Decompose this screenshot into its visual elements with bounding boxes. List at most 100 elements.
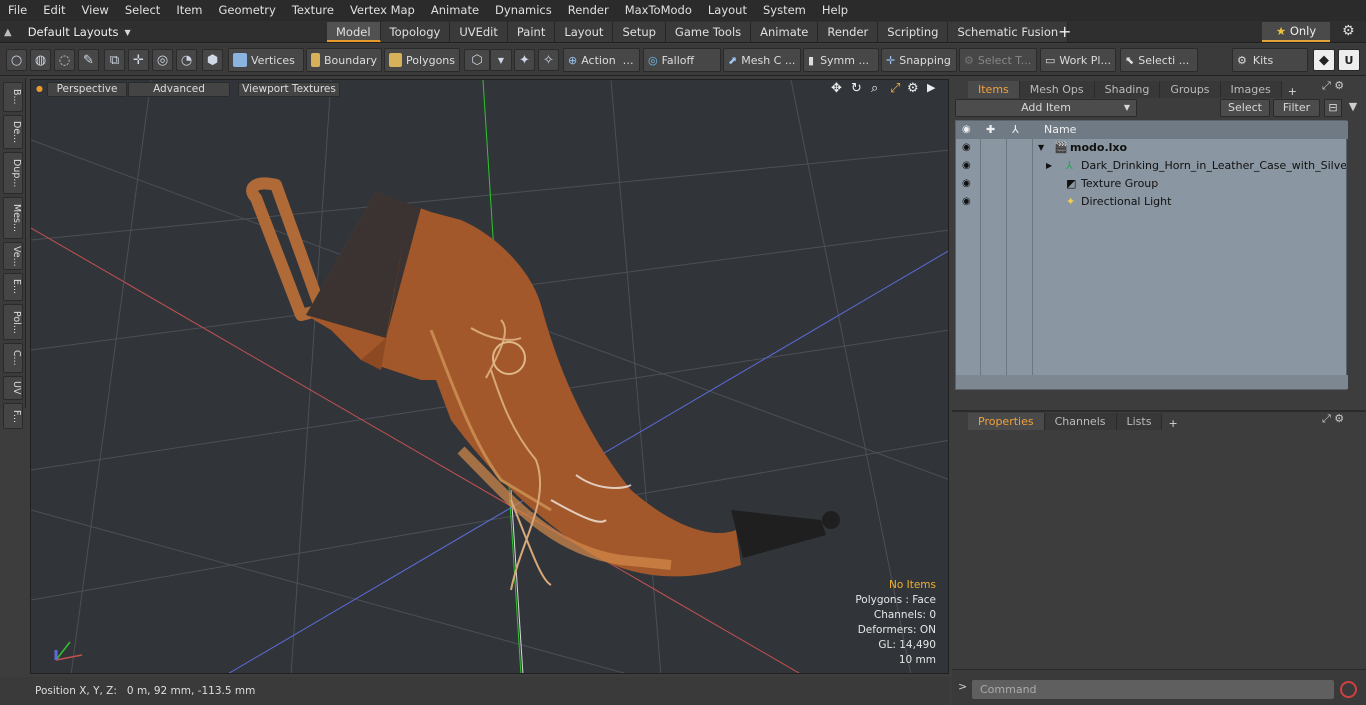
lock-column-icon[interactable]: ✚ [986,121,995,139]
filter-button[interactable]: Filter [1273,99,1320,117]
left-tab-5[interactable]: E... [3,273,23,301]
lasso-icon[interactable]: ◌ [54,49,75,71]
expand-panel-icon[interactable]: ⤢ ⚙ [1322,79,1344,93]
rotate-select-icon[interactable]: ◔ [176,49,197,71]
item-mode-icon[interactable]: ⬡ [464,49,490,71]
center-icon[interactable]: ✛ [128,49,149,71]
command-input[interactable]: Command [972,680,1334,699]
list-item[interactable]: ◉ ▼ 🎬 modo.lxo [956,139,1348,157]
tab-scripting[interactable]: Scripting [878,22,949,42]
expand-arrow-icon[interactable]: ▼ [1038,139,1044,157]
menu-item-file[interactable]: File [0,0,35,21]
menu-item-geometry[interactable]: Geometry [211,0,284,21]
expand-panel-icon[interactable]: ⤢ ⚙ [1322,412,1344,426]
viewport-textures-button[interactable]: Viewport Textures [238,82,340,97]
select-through-button[interactable]: ⚙ Select T... [959,48,1037,72]
unreal-icon[interactable]: U [1338,49,1360,71]
menu-item-view[interactable]: View [74,0,117,21]
menu-item-select[interactable]: Select [117,0,168,21]
only-toggle[interactable]: ★ Only [1262,22,1330,42]
left-tab-2[interactable]: Dup... [3,152,23,194]
left-tab-6[interactable]: Pol... [3,304,23,340]
tab-channels[interactable]: Channels [1044,413,1117,430]
list-item[interactable]: ◉ ◩ Texture Group [956,175,1348,193]
list-item[interactable]: ◉ ✦ Directional Light [956,193,1348,211]
left-tab-1[interactable]: De... [3,115,23,149]
menu-item-maxtomodo[interactable]: MaxToModo [617,0,700,21]
funnel-icon[interactable]: ▼ [1344,99,1362,117]
action-center-button[interactable]: ⊕ Action … [563,48,640,72]
tab-uvedit[interactable]: UVEdit [450,22,508,42]
unity-icon[interactable]: ◆ [1313,49,1335,71]
selection-sets-button[interactable]: ⬉ Selecti ... [1120,48,1198,72]
tab-mesh-ops[interactable]: Mesh Ops [1019,81,1095,98]
snapping-button[interactable]: ✛ Snapping [881,48,957,72]
add-tab-icon[interactable]: + [1168,417,1177,430]
tab-shading[interactable]: Shading [1094,81,1161,98]
element-icon[interactable]: ◎ [152,49,173,71]
expand-arrow-icon[interactable]: ▶ [927,81,935,94]
left-tab-8[interactable]: UV [3,376,23,400]
type-column-icon[interactable]: ⅄ [1012,121,1019,139]
menu-item-texture[interactable]: Texture [284,0,342,21]
mesh-constraint-button[interactable]: ⬈ Mesh C ... [723,48,801,72]
visibility-eye-icon[interactable]: ◉ [962,139,971,157]
add-tab-icon[interactable]: + [1058,22,1071,42]
record-icon[interactable] [1340,681,1357,698]
viewport-menu-dot-icon[interactable]: ● [36,84,43,93]
advanced-button[interactable]: Advanced [128,82,230,97]
left-tab-9[interactable]: F... [3,403,23,429]
list-item[interactable]: ◉ ▶ ⅄ Dark_Drinking_Horn_in_Leather_Case… [956,157,1348,175]
menu-item-animate[interactable]: Animate [423,0,487,21]
cube-icon[interactable]: ⬢ [202,49,223,71]
work-plane-button[interactable]: ▭ Work Pl... [1040,48,1116,72]
layouts-label[interactable]: Default Layouts [28,25,119,39]
menu-item-render[interactable]: Render [560,0,617,21]
tab-game-tools[interactable]: Game Tools [665,22,752,42]
symmetry-mode-icon[interactable]: ✦ [514,49,535,71]
tab-animate[interactable]: Animate [751,22,819,42]
horizontal-scrollbar[interactable] [956,375,1348,389]
tab-properties[interactable]: Properties [968,413,1045,430]
tab-setup[interactable]: Setup [613,22,666,42]
menu-item-help[interactable]: Help [814,0,856,21]
up-arrow-icon[interactable]: ▲ [4,27,12,38]
tab-layout[interactable]: Layout [555,22,614,42]
circle-select-icon[interactable]: ○ [6,49,27,71]
tab-topology[interactable]: Topology [380,22,451,42]
move-view-icon[interactable]: ✥ [831,81,842,96]
snap-mode-icon[interactable]: ✧ [538,49,559,71]
left-tab-4[interactable]: Ve... [3,242,23,270]
symmetry-button[interactable]: ▮ Symm ... [803,48,879,72]
pivot-icon[interactable]: ⧉ [104,49,125,71]
visibility-eye-icon[interactable]: ◉ [962,175,971,193]
tab-schematic-fusion[interactable]: Schematic Fusion [948,22,1069,42]
visibility-eye-icon[interactable]: ◉ [962,193,971,211]
brush-icon[interactable]: ✎ [78,49,99,71]
add-tab-icon[interactable]: + [1288,85,1297,98]
zoom-icon[interactable]: ⌕ [871,81,878,96]
menu-item-item[interactable]: Item [168,0,210,21]
menu-item-vertex-map[interactable]: Vertex Map [342,0,423,21]
tab-lists[interactable]: Lists [1116,413,1163,430]
left-tab-3[interactable]: Mes... [3,197,23,239]
falloff-button[interactable]: ◎ Falloff [643,48,721,72]
menu-item-dynamics[interactable]: Dynamics [487,0,560,21]
expand-arrow-icon[interactable]: ▶ [1046,157,1052,175]
rotate-view-icon[interactable]: ↻ [851,81,862,96]
perspective-button[interactable]: Perspective [47,82,127,97]
select-button[interactable]: Select [1220,99,1270,117]
viewport-settings-gear-icon[interactable]: ⚙ [907,81,919,96]
polygons-button[interactable]: Polygons [384,48,460,72]
left-tab-0[interactable]: B... [3,82,23,112]
tab-items[interactable]: Items [968,81,1020,98]
left-tab-7[interactable]: C... [3,343,23,373]
tab-images[interactable]: Images [1220,81,1282,98]
name-column-header[interactable]: Name [1044,121,1076,139]
visibility-eye-icon[interactable]: ◉ [962,157,971,175]
tab-render[interactable]: Render [818,22,879,42]
visibility-eye-icon[interactable]: ◉ [962,121,971,139]
globe-icon[interactable]: ◍ [30,49,51,71]
3d-viewport[interactable]: ● Perspective Advanced Viewport Textures… [30,79,949,674]
add-item-dropdown[interactable]: Add Item ▼ [955,99,1137,117]
